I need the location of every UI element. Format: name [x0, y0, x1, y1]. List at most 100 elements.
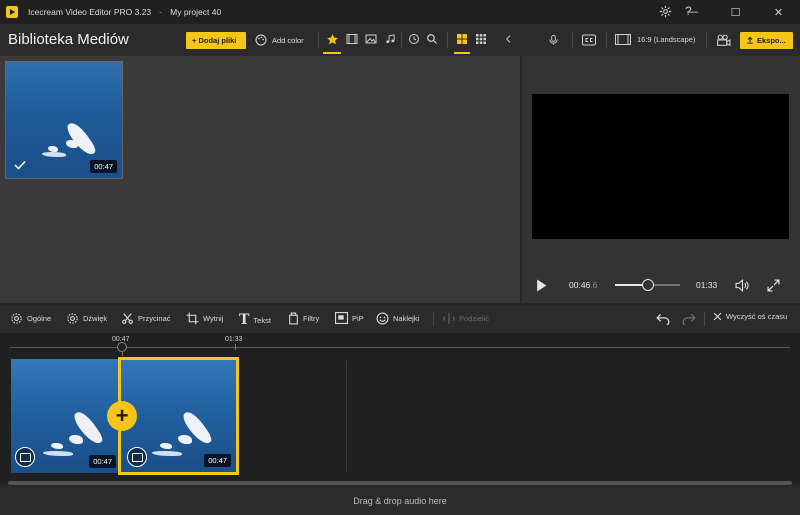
clear-timeline-label: Wyczyść oś czasu	[726, 312, 788, 321]
text-label: Tekst	[253, 315, 271, 325]
timeline-clip[interactable]: 00:47	[11, 359, 119, 473]
timeline-clip-selected[interactable]: 00:47	[118, 357, 239, 475]
title-separator: -	[159, 7, 163, 17]
palette-icon	[255, 34, 267, 46]
undo-icon[interactable]	[655, 311, 671, 327]
app-logo-icon	[6, 6, 18, 18]
clip-pip-icon[interactable]	[15, 447, 35, 467]
grid-large-view-icon[interactable]	[455, 32, 469, 46]
sound-label: Dźwięk	[83, 314, 108, 323]
divider	[706, 32, 707, 48]
timeline-panel[interactable]: 00:47 01:33 00:47 00:47 +	[0, 333, 800, 485]
maximize-button[interactable]: ☐	[714, 0, 757, 24]
image-filter-icon[interactable]	[364, 32, 378, 46]
split-tool[interactable]: Podzielić	[443, 312, 489, 325]
timeline-tick	[235, 344, 236, 350]
total-time: 01:33	[696, 280, 718, 290]
divider	[433, 312, 434, 326]
trim-tool[interactable]: Przycinać	[121, 312, 171, 325]
video-preview[interactable]	[532, 94, 789, 239]
add-color-label: Add color	[272, 35, 304, 45]
trim-label: Przycinać	[138, 314, 171, 323]
stickers-label: Naklejki	[393, 314, 420, 323]
sound-gear-icon	[66, 312, 79, 325]
divider	[572, 32, 573, 48]
divider	[606, 32, 607, 48]
edit-toolbar: Ogólne Dźwięk Przycinać Wytnij T Tekst F…	[0, 305, 800, 333]
splash-shape	[43, 451, 73, 456]
add-transition-button[interactable]: +	[107, 401, 137, 431]
splash-shape	[160, 443, 172, 449]
timeline-scrollbar[interactable]	[8, 481, 792, 485]
splash-shape	[178, 435, 192, 444]
divider	[318, 32, 319, 48]
timeline-end-marker	[346, 361, 347, 473]
media-item[interactable]: 00:47	[5, 61, 123, 179]
crop-tool[interactable]: Wytnij	[186, 312, 223, 325]
stickers-tool[interactable]: Naklejki	[376, 312, 419, 325]
playhead-handle[interactable]	[117, 342, 127, 352]
audio-drop-label: Drag & drop audio here	[353, 495, 447, 506]
clear-timeline-button[interactable]: Wyczyść oś czasu	[713, 312, 787, 321]
text-tool[interactable]: T Tekst	[239, 312, 271, 328]
clear-x-icon	[713, 312, 722, 321]
seek-slider-handle[interactable]	[641, 279, 654, 291]
filters-label: Filtry	[303, 314, 320, 323]
active-view-indicator	[454, 52, 470, 54]
selected-check-icon	[14, 160, 26, 170]
filter-jar-icon	[288, 312, 299, 325]
video-camera-icon[interactable]	[715, 32, 731, 48]
subtitles-cc-icon[interactable]	[581, 32, 597, 48]
playback-controls: 00:46.6 01:33	[522, 271, 800, 299]
fullscreen-expand-icon[interactable]	[765, 277, 781, 293]
collapse-chevron-left-icon[interactable]	[501, 32, 515, 46]
volume-icon[interactable]	[734, 277, 750, 293]
header-toolbar: Biblioteka Mediów + Dodaj pliki Add colo…	[0, 24, 800, 56]
clip-duration: 00:47	[89, 455, 116, 468]
export-button[interactable]: Ekspo...	[740, 32, 793, 49]
filters-tool[interactable]: Filtry	[288, 312, 319, 325]
current-time: 00:46.6	[569, 280, 597, 290]
media-library-panel: 00:47	[0, 56, 520, 303]
divider	[401, 32, 402, 48]
splash-shape	[152, 451, 182, 456]
sound-tool[interactable]: Dźwięk	[66, 312, 107, 325]
aspect-ratio-selector[interactable]: 16:9 (Landscape)	[615, 34, 695, 45]
current-time-main: 00:46	[569, 280, 591, 290]
timeline-tick-label: 01:33	[225, 336, 243, 343]
picture-in-picture-icon	[335, 312, 348, 324]
favorites-star-icon[interactable]	[325, 32, 339, 46]
video-filter-icon[interactable]	[345, 32, 359, 46]
clip-pip-icon[interactable]	[127, 447, 147, 467]
play-icon[interactable]	[534, 278, 548, 292]
splash-shape	[51, 443, 63, 449]
general-settings-tool[interactable]: Ogólne	[10, 312, 51, 325]
redo-icon[interactable]	[681, 311, 697, 327]
project-title: My project 40	[170, 7, 222, 17]
preview-panel: 00:46.6 01:33	[522, 56, 800, 303]
gear-icon	[10, 312, 23, 325]
search-icon[interactable]	[425, 32, 439, 46]
minimize-button[interactable]: —	[671, 0, 714, 24]
music-note-icon[interactable]	[383, 32, 397, 46]
clip-duration: 00:47	[204, 454, 231, 467]
audio-drop-zone[interactable]: Drag & drop audio here	[0, 486, 800, 515]
text-t-icon: T	[239, 312, 250, 328]
divider	[447, 32, 448, 48]
general-label: Ogólne	[27, 314, 52, 323]
crop-label: Wytnij	[203, 314, 224, 323]
library-title: Biblioteka Mediów	[8, 31, 129, 48]
timeline-ruler	[10, 347, 790, 348]
add-color-button[interactable]: Add color	[255, 34, 304, 46]
active-tab-indicator	[323, 52, 341, 54]
playhead-marker	[122, 352, 123, 356]
title-bar: Icecream Video Editor PRO 3.23 - My proj…	[0, 0, 800, 24]
add-files-button[interactable]: + Dodaj pliki	[186, 32, 246, 49]
grid-small-view-icon[interactable]	[474, 32, 488, 46]
recent-clock-icon[interactable]	[407, 32, 421, 46]
close-button[interactable]: ✕	[757, 0, 800, 24]
pip-tool[interactable]: PiP	[335, 312, 364, 324]
seek-slider[interactable]	[615, 279, 680, 291]
export-upload-icon	[746, 36, 754, 45]
microphone-icon[interactable]	[546, 32, 560, 48]
